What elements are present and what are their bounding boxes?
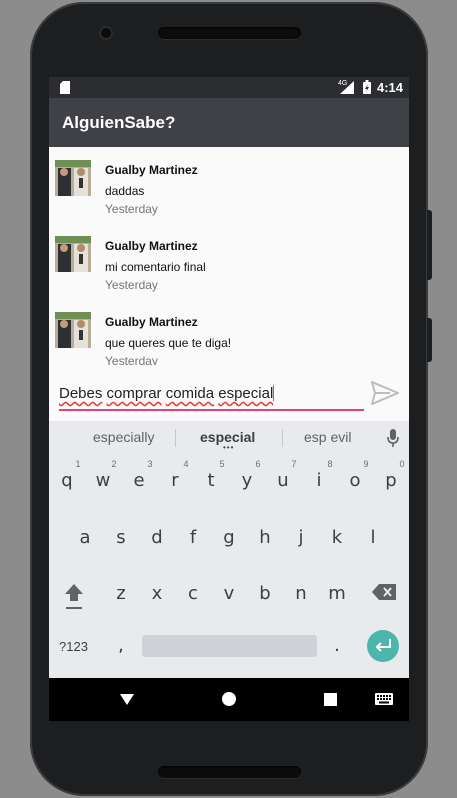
power-button bbox=[427, 318, 432, 362]
suggestion-item[interactable]: esp evil bbox=[304, 429, 351, 445]
key-hint: 8 bbox=[327, 459, 333, 469]
input-word: especial bbox=[218, 385, 274, 402]
key-j[interactable]: j bbox=[283, 527, 319, 548]
comment-author: Gualby Martinez bbox=[105, 163, 198, 177]
microphone-icon[interactable] bbox=[387, 429, 399, 447]
comment-date: Yesterday bbox=[105, 202, 158, 216]
avatar bbox=[55, 160, 91, 196]
list-item[interactable]: Gualby Martinez mi comentario final Yest… bbox=[49, 223, 409, 299]
comment-list[interactable]: Gualby Martinez daddas Yesterday Gualby … bbox=[49, 147, 409, 365]
suggestion-strip: especially especial ••• esp evil bbox=[49, 421, 409, 453]
key-y[interactable]: y bbox=[229, 470, 265, 491]
avatar bbox=[55, 312, 91, 348]
signal-icon bbox=[340, 81, 354, 94]
battery-charging-icon bbox=[363, 80, 371, 94]
send-icon[interactable] bbox=[370, 378, 400, 408]
top-speaker bbox=[158, 27, 301, 39]
key-hint: 6 bbox=[255, 459, 261, 469]
key-o[interactable]: o bbox=[337, 470, 373, 491]
key-p[interactable]: p bbox=[373, 470, 409, 491]
key-w[interactable]: w bbox=[85, 470, 121, 491]
key-hint: 7 bbox=[291, 459, 297, 469]
key-l[interactable]: l bbox=[355, 527, 391, 548]
key-z[interactable]: z bbox=[103, 583, 139, 604]
enter-icon[interactable] bbox=[367, 630, 399, 662]
key-n[interactable]: n bbox=[283, 583, 319, 604]
key-x[interactable]: x bbox=[139, 583, 175, 604]
key-comma[interactable]: , bbox=[103, 635, 139, 656]
sd-card-icon bbox=[60, 81, 70, 94]
divider bbox=[175, 429, 176, 447]
home-icon[interactable] bbox=[222, 692, 236, 706]
key-i[interactable]: i bbox=[301, 470, 337, 491]
key-g[interactable]: g bbox=[211, 527, 247, 548]
key-hint: 1 bbox=[75, 459, 81, 469]
keyboard-switch-icon[interactable] bbox=[375, 693, 393, 705]
key-e[interactable]: e bbox=[121, 470, 157, 491]
volume-button bbox=[427, 210, 432, 280]
avatar bbox=[55, 236, 91, 272]
key-s[interactable]: s bbox=[103, 527, 139, 548]
key-hint: 0 bbox=[399, 459, 405, 469]
key-hint: 2 bbox=[111, 459, 117, 469]
comment-text: daddas bbox=[105, 184, 145, 198]
divider bbox=[282, 429, 283, 447]
comment-composer: Debes comprar comida especial bbox=[49, 365, 409, 421]
comment-author: Gualby Martinez bbox=[105, 239, 198, 253]
key-hint: 3 bbox=[147, 459, 153, 469]
key-v[interactable]: v bbox=[211, 583, 247, 604]
text-cursor bbox=[273, 385, 275, 401]
spacebar[interactable] bbox=[142, 635, 317, 657]
front-camera bbox=[101, 28, 111, 38]
key-d[interactable]: d bbox=[139, 527, 175, 548]
shift-icon[interactable] bbox=[63, 582, 85, 610]
recents-icon[interactable] bbox=[324, 693, 337, 706]
key-hint: 5 bbox=[219, 459, 225, 469]
comment-text: mi comentario final bbox=[105, 260, 206, 274]
key-hint: 4 bbox=[183, 459, 189, 469]
key-period[interactable]: . bbox=[319, 635, 355, 656]
key-r[interactable]: r bbox=[157, 470, 193, 491]
key-c[interactable]: c bbox=[175, 583, 211, 604]
key-f[interactable]: f bbox=[175, 527, 211, 548]
comment-date: Yesterday bbox=[105, 354, 158, 365]
app-bar: AlguienSabe? bbox=[49, 98, 409, 147]
keyboard: 1 2 3 4 5 6 7 8 9 0 q w e r t y u i o p … bbox=[49, 453, 409, 678]
navigation-bar bbox=[49, 678, 409, 721]
input-word: comida bbox=[165, 385, 215, 402]
comment-text: que queres que te diga! bbox=[105, 336, 232, 350]
key-q[interactable]: q bbox=[49, 470, 85, 491]
screen: 4G 4:14 AlguienSabe? Gualby Martinez dad… bbox=[49, 77, 409, 721]
key-u[interactable]: u bbox=[265, 470, 301, 491]
more-suggestions-icon[interactable]: ••• bbox=[223, 443, 234, 452]
status-bar: 4G 4:14 bbox=[49, 77, 409, 98]
comment-author: Gualby Martinez bbox=[105, 315, 198, 329]
list-item[interactable]: Gualby Martinez que queres que te diga! … bbox=[49, 299, 409, 365]
key-hint: 9 bbox=[363, 459, 369, 469]
comment-date: Yesterday bbox=[105, 278, 158, 292]
app-title: AlguienSabe? bbox=[62, 113, 176, 132]
back-icon[interactable] bbox=[120, 692, 134, 706]
input-word: comprar bbox=[106, 385, 162, 402]
key-h[interactable]: h bbox=[247, 527, 283, 548]
bottom-speaker bbox=[158, 766, 301, 778]
clock: 4:14 bbox=[377, 80, 404, 95]
key-a[interactable]: a bbox=[67, 527, 103, 548]
key-m[interactable]: m bbox=[319, 583, 355, 604]
symbols-key[interactable]: ?123 bbox=[59, 639, 88, 654]
key-b[interactable]: b bbox=[247, 583, 283, 604]
backspace-icon[interactable] bbox=[372, 584, 396, 600]
suggestion-item[interactable]: especially bbox=[93, 429, 154, 445]
list-item[interactable]: Gualby Martinez daddas Yesterday bbox=[49, 147, 409, 223]
comment-input[interactable]: Debes comprar comida especial bbox=[59, 385, 364, 411]
key-k[interactable]: k bbox=[319, 527, 355, 548]
key-t[interactable]: t bbox=[193, 470, 229, 491]
input-word: Debes bbox=[59, 385, 103, 402]
